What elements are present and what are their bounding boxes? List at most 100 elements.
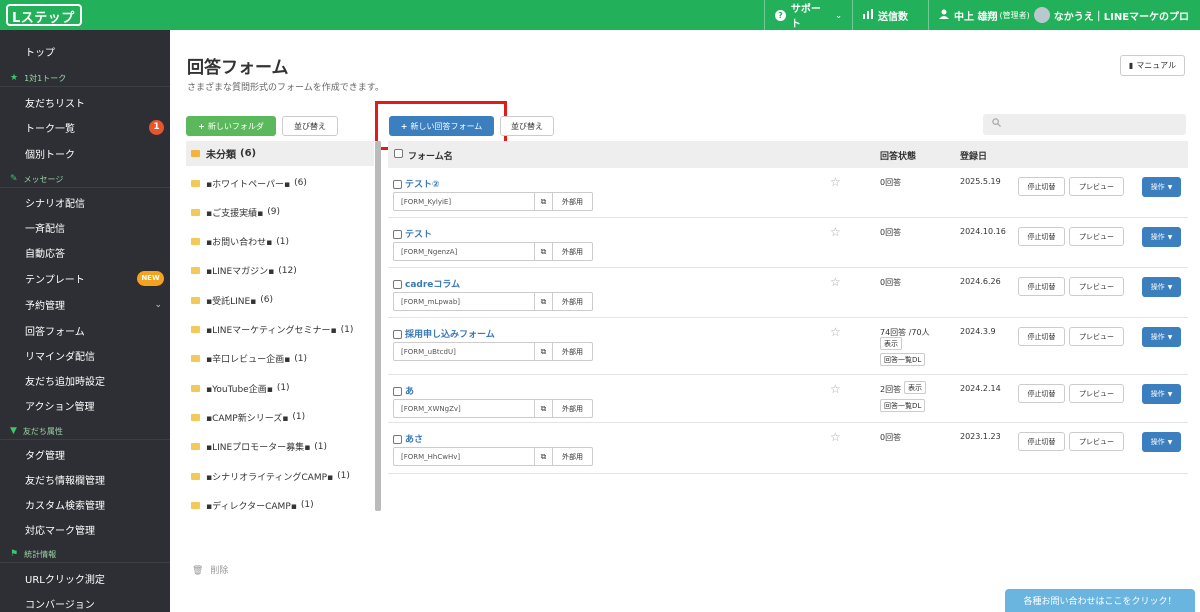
operation-dropdown[interactable]: 操作 ▼ — [1142, 327, 1181, 347]
sort-forms-button[interactable]: 並び替え — [500, 116, 554, 136]
preview-button[interactable]: プレビュー — [1069, 432, 1124, 451]
copy-button[interactable]: ⧉ — [535, 242, 553, 261]
folder-item[interactable]: ▪YouTube企画▪ (1) — [191, 378, 374, 398]
download-answers-button[interactable]: 回答一覧DL — [880, 353, 926, 366]
sidebar-item[interactable]: アクション管理 — [0, 393, 170, 418]
preview-button[interactable]: プレビュー — [1069, 277, 1124, 296]
folder-active[interactable]: 未分類 (6) — [186, 141, 374, 166]
star-icon[interactable]: ☆ — [830, 430, 841, 444]
stop-toggle-button[interactable]: 停止切替 — [1018, 384, 1065, 403]
external-button[interactable]: 外部用 — [553, 242, 593, 261]
sidebar-item[interactable]: トップ — [0, 39, 170, 64]
sidebar-item[interactable]: カスタム検索管理 — [0, 492, 170, 517]
support-menu[interactable]: ? サポート ⌄ — [764, 0, 852, 30]
folder-item[interactable]: ▪LINEプロモーター募集▪ (1) — [191, 437, 374, 457]
sidebar-item[interactable]: 対応マーク管理 — [0, 517, 170, 542]
form-code-field[interactable]: [FORM_mLpwab] — [393, 292, 535, 311]
form-code-field[interactable]: [FORM_XWNgZv] — [393, 399, 535, 418]
sidebar-item[interactable]: シナリオ配信 — [0, 190, 170, 215]
operation-dropdown[interactable]: 操作 ▼ — [1142, 384, 1181, 404]
new-folder-button[interactable]: + 新しいフォルダ — [186, 116, 276, 136]
sidebar-item[interactable]: URLクリック測定 — [0, 566, 170, 591]
manual-button[interactable]: ▮ マニュアル — [1120, 55, 1185, 76]
copy-button[interactable]: ⧉ — [535, 192, 553, 211]
external-button[interactable]: 外部用 — [553, 192, 593, 211]
sort-folders-button[interactable]: 並び替え — [282, 116, 338, 136]
form-name-link[interactable]: テスト② — [393, 177, 440, 190]
form-name-link[interactable]: テスト — [393, 227, 432, 240]
folder-item[interactable]: ▪シナリオライティングCAMP▪ (1) — [191, 466, 374, 486]
stop-toggle-button[interactable]: 停止切替 — [1018, 327, 1065, 346]
folder-item[interactable]: ▪辛口レビュー企画▪ (1) — [191, 349, 374, 369]
user-menu[interactable]: 中上 雄翔 (管理者) なかうえ｜LINEマーケのプロ — [928, 0, 1200, 30]
folder-item[interactable]: ▪ディレクターCAMP▪ (1) — [191, 495, 374, 515]
contact-banner[interactable]: 各種お問い合わせはここをクリック！ — [1005, 589, 1195, 612]
sidebar-item[interactable]: 予約管理 ⌄ — [0, 292, 170, 317]
form-name-link[interactable]: あ — [393, 384, 414, 397]
stop-toggle-button[interactable]: 停止切替 — [1018, 432, 1065, 451]
preview-button[interactable]: プレビュー — [1069, 227, 1124, 246]
copy-button[interactable]: ⧉ — [535, 399, 553, 418]
folder-item[interactable]: ▪受託LINE▪ (6) — [191, 290, 374, 310]
sidebar-item[interactable]: タグ管理 — [0, 442, 170, 467]
star-icon[interactable]: ☆ — [830, 325, 841, 339]
folder-item[interactable]: ▪CAMP新シリーズ▪ (1) — [191, 407, 374, 427]
sidebar-item[interactable]: コンバージョン — [0, 591, 170, 612]
sends-menu[interactable]: 送信数 — [852, 0, 928, 30]
sidebar-item[interactable]: 友だちリスト — [0, 90, 170, 115]
scrollbar-thumb[interactable] — [375, 141, 381, 511]
form-name-link[interactable]: cadreコラム — [393, 277, 460, 290]
sidebar-item[interactable]: 回答フォーム — [0, 318, 170, 343]
row-checkbox[interactable] — [393, 180, 402, 189]
external-button[interactable]: 外部用 — [553, 399, 593, 418]
star-icon[interactable]: ☆ — [830, 225, 841, 239]
star-icon[interactable]: ☆ — [830, 275, 841, 289]
external-button[interactable]: 外部用 — [553, 342, 593, 361]
row-checkbox[interactable] — [393, 280, 402, 289]
form-code-field[interactable]: [FORM_NgenzA] — [393, 242, 535, 261]
stop-toggle-button[interactable]: 停止切替 — [1018, 227, 1065, 246]
show-answers-button[interactable]: 表示 — [904, 381, 926, 394]
row-checkbox[interactable] — [393, 435, 402, 444]
sidebar-item[interactable]: 友だち情報欄管理 — [0, 467, 170, 492]
sidebar-item[interactable]: 自動応答 — [0, 240, 170, 265]
stop-toggle-button[interactable]: 停止切替 — [1018, 277, 1065, 296]
sidebar-item[interactable]: テンプレート NEW — [0, 266, 170, 291]
preview-button[interactable]: プレビュー — [1069, 384, 1124, 403]
form-name-link[interactable]: あさ — [393, 432, 423, 445]
stop-toggle-button[interactable]: 停止切替 — [1018, 177, 1065, 196]
preview-button[interactable]: プレビュー — [1069, 177, 1124, 196]
preview-button[interactable]: プレビュー — [1069, 327, 1124, 346]
form-code-field[interactable]: [FORM_uBtcdU] — [393, 342, 535, 361]
folder-item[interactable]: ▪LINEマーケティングセミナー▪ (1) — [191, 320, 374, 340]
copy-button[interactable]: ⧉ — [535, 292, 553, 311]
row-checkbox[interactable] — [393, 330, 402, 339]
copy-button[interactable]: ⧉ — [535, 342, 553, 361]
row-checkbox[interactable] — [393, 387, 402, 396]
search-input[interactable] — [983, 114, 1186, 135]
folder-item[interactable]: ▪ご支援実績▪ (9) — [191, 202, 374, 222]
folder-item[interactable]: ▪お問い合わせ▪ (1) — [191, 232, 374, 252]
operation-dropdown[interactable]: 操作 ▼ — [1142, 227, 1181, 247]
sidebar-item[interactable]: 個別トーク — [0, 141, 170, 166]
operation-dropdown[interactable]: 操作 ▼ — [1142, 177, 1181, 197]
form-code-field[interactable]: [FORM_KylyiE] — [393, 192, 535, 211]
form-code-field[interactable]: [FORM_HhCwHv] — [393, 447, 535, 466]
delete-folder-button[interactable]: 🗑 削除 — [192, 563, 228, 576]
operation-dropdown[interactable]: 操作 ▼ — [1142, 432, 1181, 452]
logo[interactable]: Lステップ — [6, 4, 82, 26]
external-button[interactable]: 外部用 — [553, 447, 593, 466]
sidebar-item[interactable]: トーク一覧 1 — [0, 115, 170, 140]
select-all-checkbox[interactable] — [394, 149, 406, 159]
sidebar-item[interactable]: 友だち追加時設定 — [0, 368, 170, 393]
external-button[interactable]: 外部用 — [553, 292, 593, 311]
row-checkbox[interactable] — [393, 230, 402, 239]
download-answers-button[interactable]: 回答一覧DL — [880, 399, 926, 412]
operation-dropdown[interactable]: 操作 ▼ — [1142, 277, 1181, 297]
folder-item[interactable]: ▪LINEマガジン▪ (12) — [191, 261, 374, 281]
show-answers-button[interactable]: 表示 — [880, 337, 902, 350]
star-icon[interactable]: ☆ — [830, 382, 841, 396]
sidebar-item[interactable]: リマインダ配信 — [0, 343, 170, 368]
star-icon[interactable]: ☆ — [830, 175, 841, 189]
form-name-link[interactable]: 採用申し込みフォーム — [393, 327, 495, 340]
